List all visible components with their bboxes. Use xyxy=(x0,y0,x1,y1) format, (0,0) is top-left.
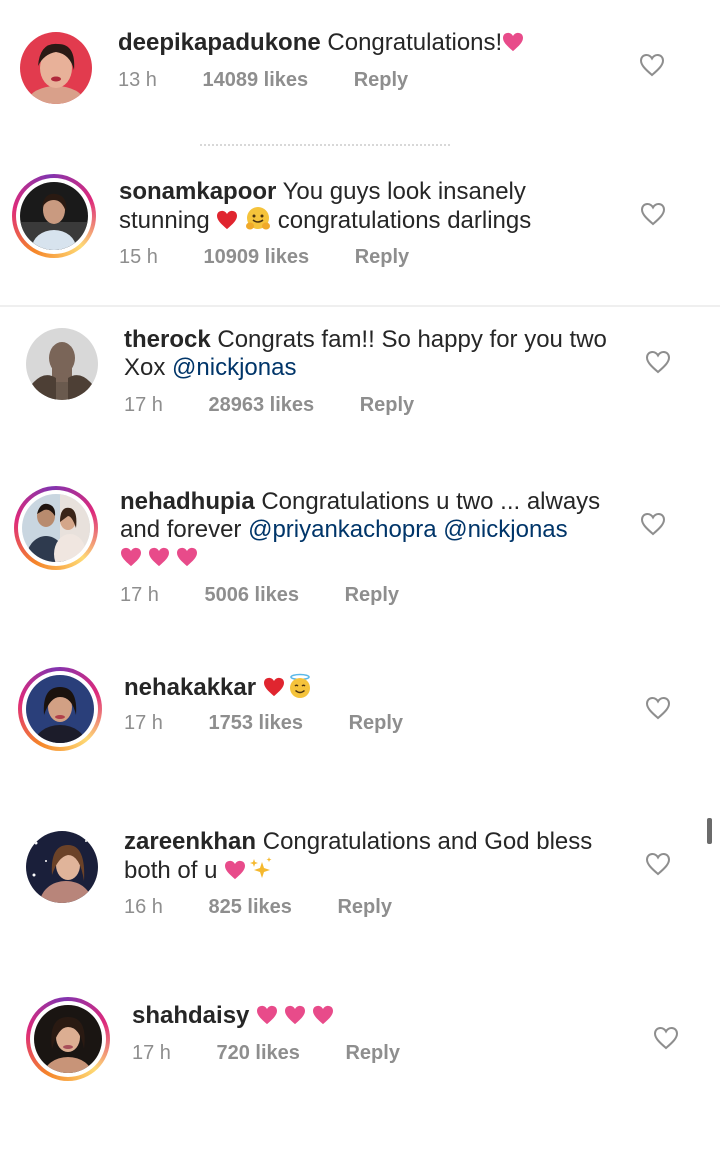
comment-nehakakkar: nehakakkar 17 h 1753 likes Reply xyxy=(0,655,720,785)
comment-meta: 17 h 720 likes Reply xyxy=(132,1042,400,1065)
likes-count[interactable]: 1753 likes xyxy=(209,712,304,735)
pink-heart-icon xyxy=(148,547,170,567)
view-replies-divider xyxy=(200,140,450,148)
avatar[interactable] xyxy=(26,328,98,400)
username[interactable]: therock xyxy=(124,326,211,353)
timestamp: 17 h xyxy=(124,394,163,416)
reply-button[interactable]: Reply xyxy=(360,394,414,417)
comment-shahdaisy: shahdaisy 17 h 720 likes Reply xyxy=(0,985,720,1115)
comment-body-line2: Xox xyxy=(124,354,166,381)
comment-meta: 17 h 5006 likes Reply xyxy=(120,584,399,607)
avatar-story-ring[interactable] xyxy=(18,667,102,751)
timestamp: 17 h xyxy=(120,584,159,606)
reply-button[interactable]: Reply xyxy=(345,1042,399,1065)
red-heart-icon xyxy=(216,210,238,230)
pink-heart-icon xyxy=(256,1005,278,1025)
username[interactable]: sonamkapoor xyxy=(119,178,276,205)
reply-button[interactable]: Reply xyxy=(337,896,391,919)
comment-body-line2: stunning xyxy=(119,207,210,234)
avatar[interactable] xyxy=(26,831,98,903)
comment-text: nehakakkar xyxy=(124,673,624,702)
like-heart-icon[interactable] xyxy=(640,202,666,226)
red-heart-icon xyxy=(263,677,285,697)
likes-count[interactable]: 825 likes xyxy=(209,896,292,919)
comment-text: therock Congrats fam!! So happy for you … xyxy=(124,326,624,382)
username[interactable]: nehakakkar xyxy=(124,674,256,701)
pink-heart-icon xyxy=(176,547,198,567)
reply-button[interactable]: Reply xyxy=(355,246,409,269)
avatar-story-ring[interactable] xyxy=(12,174,96,258)
pink-heart-icon xyxy=(224,860,246,880)
likes-count[interactable]: 10909 likes xyxy=(204,246,310,269)
mention-link[interactable]: @nickjonas xyxy=(443,516,567,543)
scrollbar-thumb[interactable] xyxy=(707,818,712,844)
timestamp: 17 h xyxy=(132,1042,171,1064)
comment-text: deepikapadukone Congratulations! xyxy=(118,29,618,57)
avatar-story-ring[interactable] xyxy=(26,997,110,1081)
smiling-face-with-halo-icon xyxy=(287,673,313,699)
pink-heart-icon xyxy=(120,547,142,567)
like-heart-icon[interactable] xyxy=(645,852,671,876)
avatar-story-ring[interactable] xyxy=(14,486,98,570)
comment-text: nehadhupia Congratulations u two ... alw… xyxy=(120,488,640,572)
pink-heart-icon xyxy=(312,1005,334,1025)
comment-zareenkhan: zareenkhan Congratulations and God bless… xyxy=(0,815,720,955)
reply-button[interactable]: Reply xyxy=(354,69,408,92)
hugging-face-icon xyxy=(245,206,271,232)
reply-button[interactable]: Reply xyxy=(349,712,403,735)
comment-body-line1: You guys look insanely xyxy=(282,178,526,205)
likes-count[interactable]: 5006 likes xyxy=(205,584,300,607)
like-heart-icon[interactable] xyxy=(639,53,665,77)
comment-text: zareenkhan Congratulations and God bless… xyxy=(124,828,624,885)
comment-body-line2: and forever xyxy=(120,516,242,543)
likes-count[interactable]: 720 likes xyxy=(217,1042,300,1065)
pink-heart-icon xyxy=(284,1005,306,1025)
comment-meta: 17 h 1753 likes Reply xyxy=(124,712,403,735)
sparkles-icon xyxy=(248,856,274,882)
comment-therock: therock Congrats fam!! So happy for you … xyxy=(0,310,720,460)
comment-body-line2: both of u xyxy=(124,857,218,884)
comment-meta: 15 h 10909 likes Reply xyxy=(119,246,409,269)
timestamp: 13 h xyxy=(118,69,157,91)
reply-button[interactable]: Reply xyxy=(345,584,399,607)
comment-body-line1: Congratulations and God bless xyxy=(262,828,593,855)
timestamp: 15 h xyxy=(119,246,158,268)
comment-body-line1: Congratulations u two ... always xyxy=(261,488,601,515)
likes-count[interactable]: 14089 likes xyxy=(203,69,309,92)
comment-text: sonamkapoor You guys look insanely stunn… xyxy=(119,178,619,235)
comment-body-line2-end: congratulations darlings xyxy=(277,207,532,234)
timestamp: 16 h xyxy=(124,896,163,918)
username[interactable]: nehadhupia xyxy=(120,488,255,515)
like-heart-icon[interactable] xyxy=(640,512,666,536)
comment-sonamkapoor: sonamkapoor You guys look insanely stunn… xyxy=(0,160,720,305)
timestamp: 17 h xyxy=(124,712,163,734)
comment-body: Congratulations! xyxy=(327,29,503,56)
comment-meta: 17 h 28963 likes Reply xyxy=(124,394,414,417)
comment-body-line1: Congrats fam!! So happy for you two xyxy=(217,326,607,353)
mention-link[interactable]: @nickjonas xyxy=(172,354,296,381)
comment-deepikapadukone: deepikapadukone Congratulations! 13 h 14… xyxy=(0,0,720,130)
section-divider xyxy=(0,305,720,307)
likes-count[interactable]: 28963 likes xyxy=(209,394,315,417)
like-heart-icon[interactable] xyxy=(645,350,671,374)
username[interactable]: zareenkhan xyxy=(124,828,256,855)
mention-link[interactable]: @priyankachopra xyxy=(248,516,436,543)
comment-text: shahdaisy xyxy=(132,1002,632,1030)
comment-meta: 13 h 14089 likes Reply xyxy=(118,69,408,92)
like-heart-icon[interactable] xyxy=(653,1026,679,1050)
pink-heart-icon xyxy=(502,32,524,52)
username[interactable]: shahdaisy xyxy=(132,1002,249,1029)
avatar[interactable] xyxy=(20,32,92,104)
like-heart-icon[interactable] xyxy=(645,696,671,720)
username[interactable]: deepikapadukone xyxy=(118,29,321,56)
comment-nehadhupia: nehadhupia Congratulations u two ... alw… xyxy=(0,470,720,630)
comment-meta: 16 h 825 likes Reply xyxy=(124,896,392,919)
